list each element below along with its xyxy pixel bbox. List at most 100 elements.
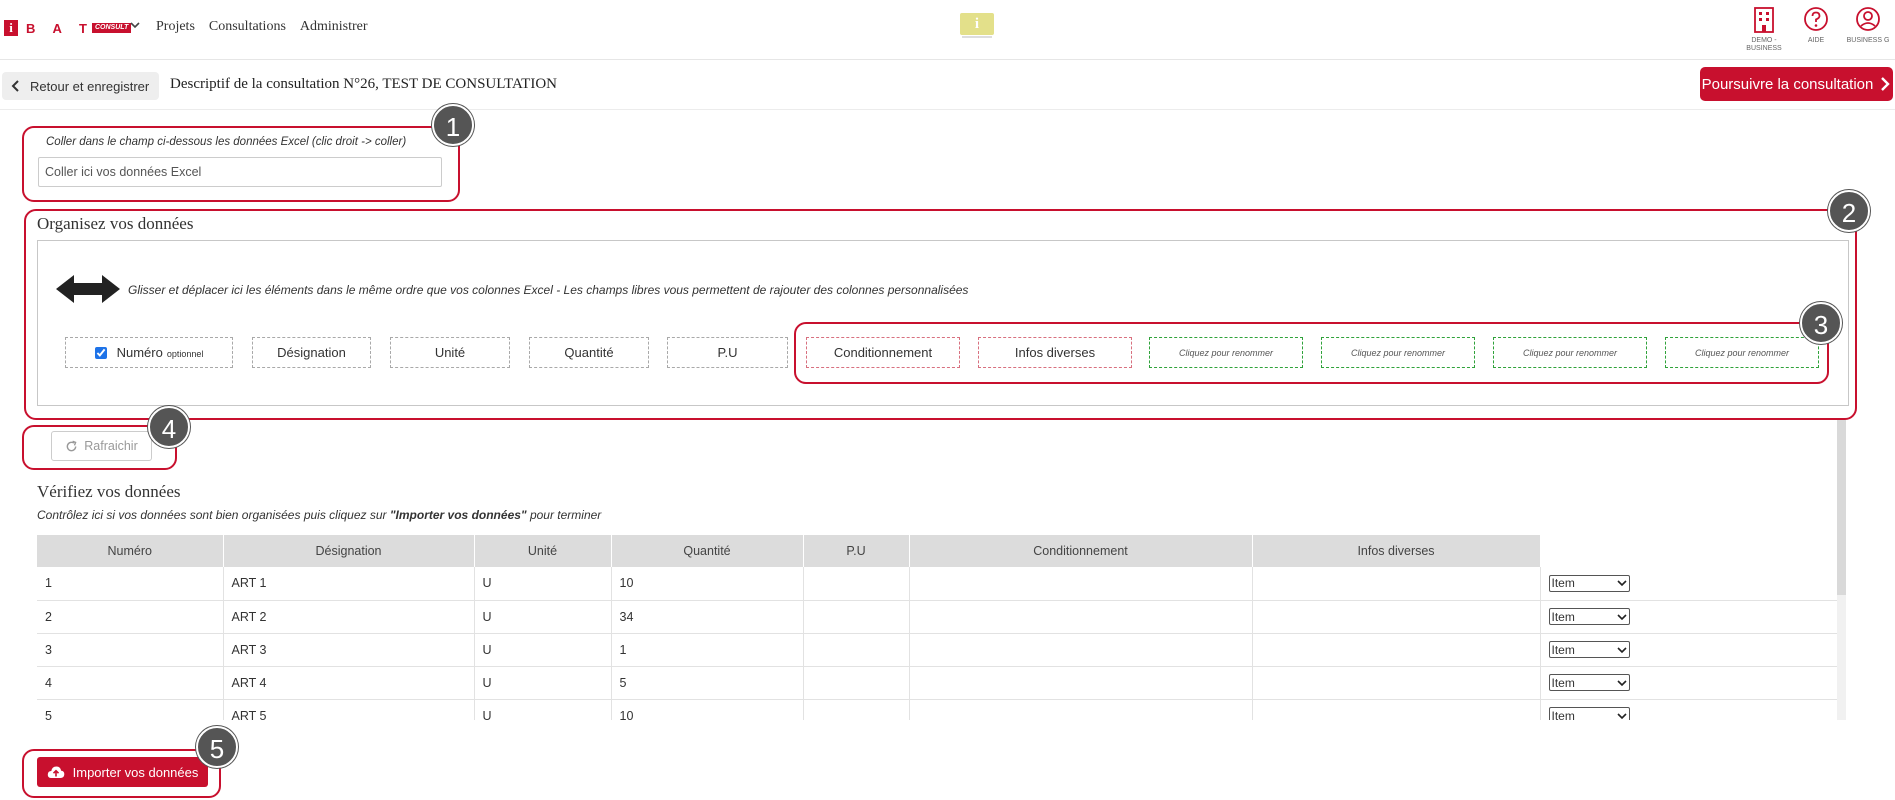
help-button[interactable]: Aide [1791,6,1841,45]
cell-infos-diverses [1252,633,1541,667]
header-unite: Unité [474,535,612,567]
free-column-4[interactable]: Cliquez pour renommer [1665,337,1819,368]
numero-label: Numéro [116,345,163,360]
numero-optional-label: optionnel [166,349,204,359]
step-1-badge: 1 [432,104,474,146]
cell-unite: U [474,600,612,634]
cell-numero: 1 [37,567,224,601]
column-designation[interactable]: Désignation [252,337,371,368]
free-column-1[interactable]: Cliquez pour renommer [1149,337,1303,368]
cell-infos-diverses [1252,600,1541,634]
chevron-left-icon [11,80,19,92]
excel-paste-input[interactable] [38,157,442,187]
row-type-select[interactable]: Item [1548,608,1630,625]
chevron-down-icon[interactable] [128,18,142,32]
column-infos-diverses[interactable]: Infos diverses [978,337,1132,368]
cell-unite: U [474,567,612,601]
header-infos-diverses: Infos diverses [1252,535,1541,567]
user-icon [1856,7,1880,31]
chevron-right-icon [1881,77,1891,91]
row-type-value: Item [1551,708,1575,721]
cell-infos-diverses [1252,666,1541,700]
verify-title: Vérifiez vos données [37,482,181,501]
back-and-save-label: Retour et enregistrer [30,78,150,94]
refresh-button[interactable]: Rafraichir [51,431,152,461]
user-label: BUSINESS G [1846,37,1890,44]
cell-designation: ART 1 [223,567,475,601]
row-type-value: Item [1551,576,1575,591]
refresh-icon [66,440,77,451]
row-type-select[interactable]: Item [1548,674,1630,691]
row-type-value: Item [1551,609,1575,624]
free-column-3[interactable]: Cliquez pour renommer [1493,337,1647,368]
row-type-value: Item [1551,675,1575,690]
cell-pu [803,567,910,601]
cell-numero: 2 [37,600,224,634]
column-unite[interactable]: Unité [390,337,510,368]
cell-type: Item [1540,699,1837,720]
row-type-select[interactable]: Item [1548,574,1630,592]
column-conditionnement[interactable]: Conditionnement [806,337,960,368]
cell-numero: 5 [37,699,224,720]
cell-designation: ART 5 [223,699,475,720]
step-5-badge: 5 [196,726,238,768]
company-button[interactable]: DEMO - BUSINESS [1739,6,1789,53]
cell-type: Item [1540,567,1837,601]
top-navigation: i B A T CONSULT Projets Consultations Ad… [0,0,1895,60]
header-quantite: Quantité [611,535,804,567]
verify-instructions: Contrôlez ici si vos données sont bien o… [37,508,601,522]
logo-i-mark: i [4,20,18,36]
cell-unite: U [474,666,612,700]
cell-pu [803,600,910,634]
cell-pu [803,699,910,720]
refresh-label: Rafraichir [84,439,138,453]
header-pu: P.U [803,535,910,567]
cell-quantite: 34 [611,600,804,634]
header-numero: Numéro [37,535,224,567]
cell-conditionnement [909,567,1253,601]
help-icon [1804,7,1828,31]
cell-numero: 3 [37,633,224,667]
verify-help-before: Contrôlez ici si vos données sont bien o… [37,508,390,522]
double-arrow-icon [56,275,120,303]
numero-checkbox[interactable] [94,346,107,359]
cell-type: Item [1540,666,1837,700]
column-pu[interactable]: P.U [667,337,788,368]
back-and-save-button[interactable]: Retour et enregistrer [2,72,160,100]
info-badge-caption [962,36,992,38]
cell-quantite: 10 [611,567,804,601]
row-type-select[interactable]: Item [1548,707,1630,721]
nav-projets[interactable]: Projets [156,19,195,35]
info-badge[interactable]: i [960,13,994,35]
cell-quantite: 1 [611,633,804,667]
chevron-down-icon [1616,712,1627,719]
cell-pu [803,633,910,667]
free-column-2[interactable]: Cliquez pour renommer [1321,337,1475,368]
nav-consultations[interactable]: Consultations [209,19,286,35]
preview-table: Numéro Désignation Unité Quantité P.U Co… [37,535,1837,720]
cell-designation: ART 2 [223,600,475,634]
cell-designation: ART 3 [223,633,475,667]
company-label: DEMO - BUSINESS [1746,37,1782,52]
import-data-button[interactable]: Importer vos données [37,757,208,787]
sub-header: Retour et enregistrer Descriptif de la c… [0,62,1895,110]
page-scrollbar-thumb[interactable] [1837,420,1846,595]
cell-pu [803,666,910,700]
row-type-select[interactable]: Item [1548,641,1630,658]
cell-numero: 4 [37,666,224,700]
table-row: 5 ART 5 U 10 Item [37,699,1837,720]
table-row: 2 ART 2 U 34 Item [37,600,1837,634]
ibat-logo[interactable]: i B A T CONSULT [4,20,132,36]
header-conditionnement: Conditionnement [909,535,1253,567]
continue-consultation-button[interactable]: Poursuivre la consultation [1700,67,1893,101]
user-button[interactable]: BUSINESS G [1843,6,1893,45]
main-nav: Projets Consultations Administrer [156,19,368,35]
nav-administrer[interactable]: Administrer [300,19,368,35]
column-quantite[interactable]: Quantité [529,337,649,368]
page-title: Descriptif de la consultation N°26, TEST… [170,76,557,92]
step-3-badge: 3 [1800,302,1842,344]
cell-designation: ART 4 [223,666,475,700]
column-numero[interactable]: Numéro optionnel [65,337,233,368]
company-icon [1754,7,1774,33]
preview-table-container[interactable]: Numéro Désignation Unité Quantité P.U Co… [37,535,1837,720]
